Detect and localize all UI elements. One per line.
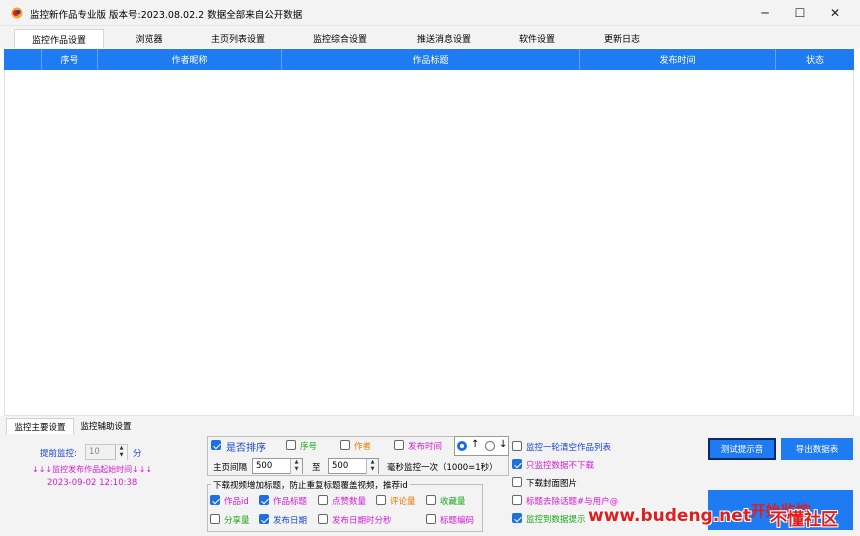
main-tabs: 监控作品设置 浏览器 主页列表设置 监控综合设置 推送消息设置 软件设置 更新日…: [0, 26, 860, 48]
interval-suffix: 毫秒监控一次（1000=1秒）: [387, 463, 498, 473]
opt-likes-label: 点赞数量: [332, 497, 367, 507]
opt-work-title-label: 作品标题: [273, 497, 308, 507]
opt-pubdate-label: 发布日期: [273, 516, 308, 526]
sort-seq-label: 序号: [300, 442, 318, 452]
data-alert-label: 监控到数据提示: [526, 515, 586, 525]
column-author[interactable]: 作者昵称: [98, 49, 282, 70]
tab-browser[interactable]: 浏览器: [104, 29, 194, 48]
app-icon: [11, 7, 23, 19]
download-cover-checkbox[interactable]: [512, 477, 522, 487]
interval-from-input[interactable]: 500 ▲ ▼: [252, 458, 303, 474]
tab-monitor-works[interactable]: 监控作品设置: [14, 29, 104, 48]
opt-shares-label: 分享量: [224, 516, 250, 526]
start-time-value[interactable]: 2023-09-02 12:10:38: [47, 478, 137, 488]
opt-comments-label: 评论量: [390, 497, 416, 507]
tab-main-settings[interactable]: 监控主要设置: [6, 418, 74, 434]
maximize-button[interactable]: ☐: [783, 0, 817, 26]
advance-unit: 分: [133, 449, 142, 459]
interval-label: 主页间隔: [213, 463, 248, 473]
tab-push-message[interactable]: 推送消息设置: [394, 29, 494, 48]
tab-monitor-general[interactable]: 监控综合设置: [290, 29, 390, 48]
opt-title-encoding-checkbox[interactable]: [426, 514, 436, 524]
download-cover-label: 下载封面图片: [526, 479, 578, 489]
monitor-only-checkbox[interactable]: [512, 459, 522, 469]
strip-tags-checkbox[interactable]: [512, 495, 522, 505]
settings-panel: 提前监控: 10 ▲ ▼ 分 ↓↓↓监控发布作品起始时间↓↓↓ 2023-09-0…: [0, 434, 860, 536]
column-title[interactable]: 作品标题: [282, 49, 580, 70]
download-title-legend: 下载视频增加标题，防止重复标题覆盖视频，推荐id: [211, 479, 410, 491]
opt-work-id-checkbox[interactable]: [210, 495, 220, 505]
opt-title-encoding-label: 标题编码: [440, 516, 475, 526]
test-sound-button[interactable]: 测试提示音: [708, 438, 776, 460]
interval-to-input[interactable]: 500 ▲ ▼: [328, 458, 379, 474]
tab-aux-settings[interactable]: 监控辅助设置: [75, 418, 137, 434]
watermark-brand: 不懂社区: [770, 510, 838, 530]
advance-input[interactable]: 10 ▲ ▼: [85, 444, 128, 460]
sort-enable-checkbox[interactable]: [211, 440, 221, 450]
tab-homepage-list[interactable]: 主页列表设置: [190, 29, 286, 48]
sort-enable-label: 是否排序: [226, 443, 266, 454]
interval-to-spinner[interactable]: ▲ ▼: [366, 459, 378, 474]
sort-author-checkbox[interactable]: [340, 440, 350, 450]
opt-comments-checkbox[interactable]: [376, 495, 386, 505]
column-status[interactable]: 状态: [776, 49, 854, 70]
sort-author-label: 作者: [354, 442, 372, 452]
tab-changelog[interactable]: 更新日志: [580, 29, 664, 48]
column-seq[interactable]: 序号: [42, 49, 98, 70]
opt-likes-checkbox[interactable]: [318, 495, 328, 505]
title-bar: 监控新作品专业版 版本号:2023.08.02.2 数据全部来自公开数据 ─ ☐…: [0, 0, 860, 26]
grid-corner: [4, 49, 42, 70]
advance-value: 10: [89, 447, 100, 457]
works-grid[interactable]: [4, 70, 854, 416]
advance-spinner[interactable]: ▲ ▼: [115, 445, 127, 460]
sort-asc-radio[interactable]: [457, 441, 467, 451]
tab-software-settings[interactable]: 软件设置: [498, 29, 576, 48]
advance-label: 提前监控:: [40, 449, 77, 459]
settings-tabs: 监控主要设置 监控辅助设置: [0, 416, 860, 434]
watermark-site: www.budeng.net: [588, 506, 751, 526]
sort-pubtime-label: 发布时间: [408, 442, 443, 452]
opt-shares-checkbox[interactable]: [210, 514, 220, 524]
clear-list-label: 监控一轮清空作品列表: [526, 443, 612, 453]
interval-to-label: 至: [312, 463, 321, 473]
clear-list-checkbox[interactable]: [512, 441, 522, 451]
interval-from-value: 500: [256, 461, 273, 471]
start-time-label: ↓↓↓监控发布作品起始时间↓↓↓: [32, 465, 153, 474]
opt-pubdate-checkbox[interactable]: [259, 514, 269, 524]
export-button[interactable]: 导出数据表: [781, 438, 853, 460]
grid-header: 序号 作者昵称 作品标题 发布时间 状态: [4, 49, 854, 70]
column-pubtime[interactable]: 发布时间: [580, 49, 776, 70]
interval-to-value: 500: [332, 461, 349, 471]
sort-pubtime-checkbox[interactable]: [394, 440, 404, 450]
minimize-button[interactable]: ─: [748, 0, 782, 26]
sort-asc-label: ↑: [471, 439, 480, 450]
sort-desc-label: ↓: [499, 439, 508, 450]
opt-pubdatetime-checkbox[interactable]: [318, 514, 328, 524]
opt-favorites-label: 收藏量: [440, 497, 466, 507]
interval-from-spinner[interactable]: ▲ ▼: [290, 459, 302, 474]
opt-work-title-checkbox[interactable]: [259, 495, 269, 505]
opt-favorites-checkbox[interactable]: [426, 495, 436, 505]
opt-work-id-label: 作品id: [224, 497, 249, 507]
opt-pubdatetime-label: 发布日期时分秒: [332, 516, 392, 526]
sort-seq-checkbox[interactable]: [286, 440, 296, 450]
data-alert-checkbox[interactable]: [512, 513, 522, 523]
close-button[interactable]: ✕: [818, 0, 852, 26]
window-title: 监控新作品专业版 版本号:2023.08.02.2 数据全部来自公开数据: [30, 10, 303, 21]
sort-desc-radio[interactable]: [485, 441, 495, 451]
monitor-only-label: 只监控数据不下载: [526, 461, 595, 471]
